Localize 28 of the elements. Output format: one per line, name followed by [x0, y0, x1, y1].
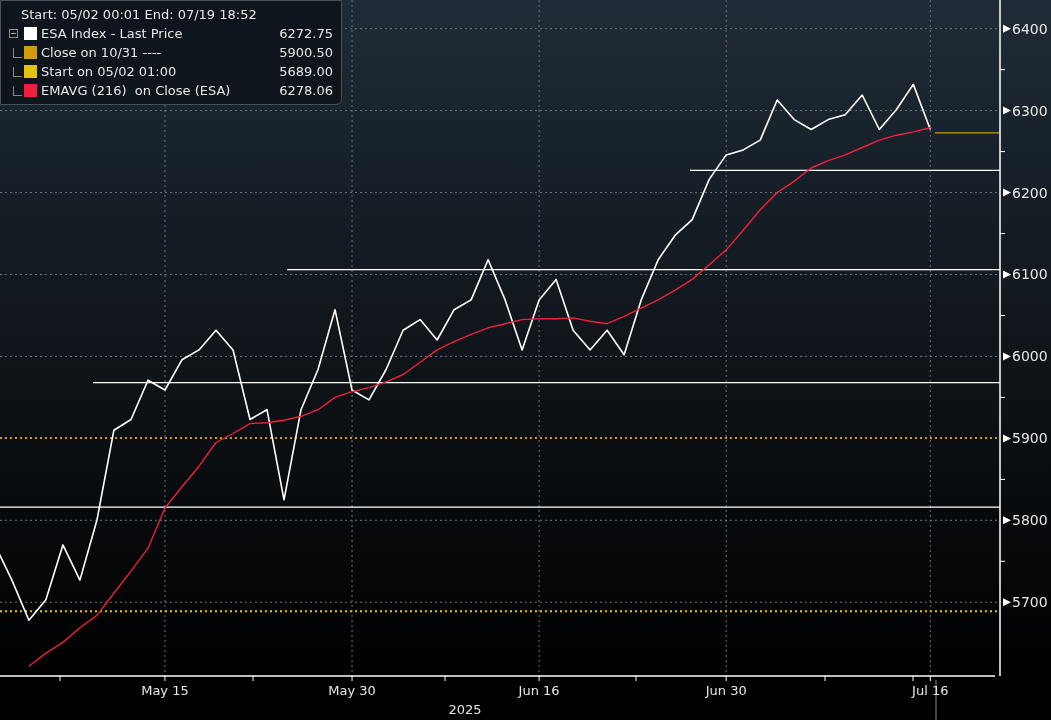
axis-tick-label: Jun 30	[705, 683, 747, 698]
legend-label: ESA Index - Last Price	[41, 25, 184, 43]
legend-value: 5689.00	[279, 63, 333, 81]
last-price-marker	[934, 132, 1001, 134]
legend-label: Start on 05/02 01:00	[41, 63, 178, 81]
axis-title: 2025	[448, 702, 482, 717]
axis-tick-label: 6400	[1012, 20, 1048, 37]
axis-tick-label: Jul 16	[912, 683, 949, 698]
legend-title: Start: 05/02 00:01 End: 07/19 18:52	[20, 6, 258, 24]
axis-tick-label: 5700	[1012, 594, 1048, 611]
axis-tick-label: May 30	[328, 683, 376, 698]
legend-value: 6278.06	[279, 82, 333, 100]
legend-value: 6272.75	[279, 25, 333, 43]
legend-label: EMAVG (216) on Close (ESA)	[41, 82, 232, 100]
axis-tick-label: 6200	[1012, 184, 1048, 201]
legend-value: 5900.50	[279, 44, 333, 62]
axis-tick-label: May 15	[141, 683, 189, 698]
axis-tick-label: 6000	[1012, 348, 1048, 365]
legend-label: Close on 10/31 ----	[41, 44, 163, 62]
tree-connector-icon	[13, 85, 22, 96]
axis-tick-label: 6300	[1012, 102, 1048, 119]
collapse-icon[interactable]	[9, 29, 18, 38]
axis-tick-label: 6100	[1012, 266, 1048, 283]
tree-connector-icon	[13, 66, 22, 77]
axis-tick-label: Jun 16	[518, 683, 560, 698]
tree-connector-icon	[13, 47, 22, 58]
axis-tick-label: 5900	[1012, 430, 1048, 447]
axis-tick-label: 5800	[1012, 512, 1048, 529]
